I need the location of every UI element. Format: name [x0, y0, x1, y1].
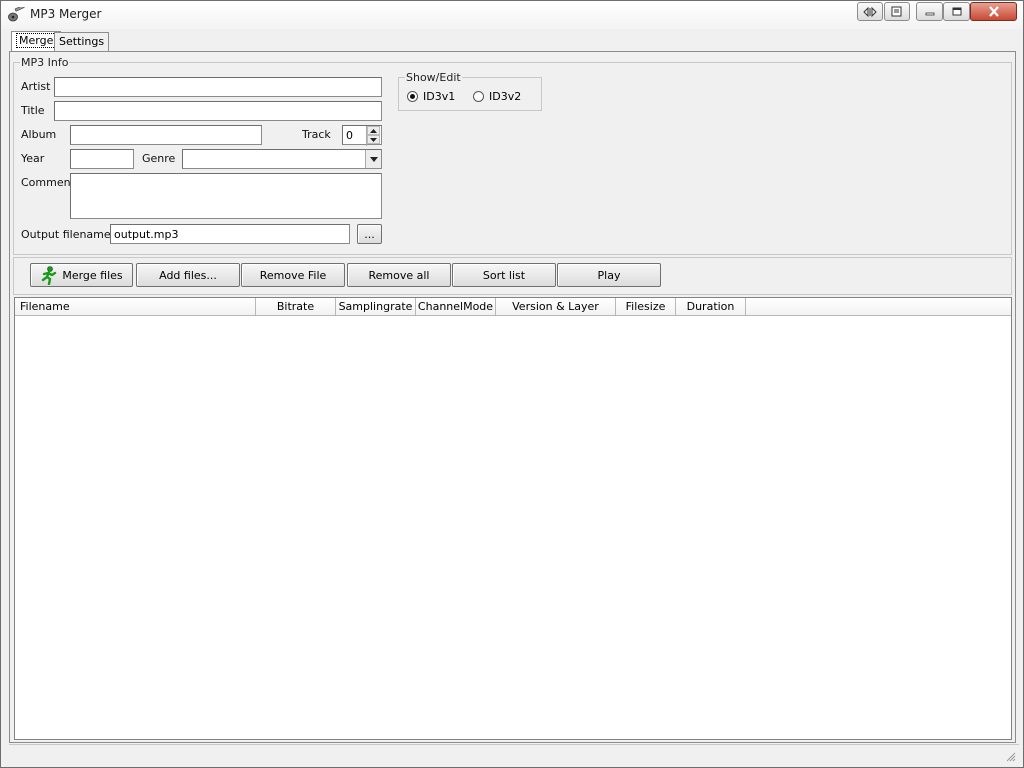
show-edit-legend: Show/Edit [405, 71, 462, 84]
title-bar[interactable]: MP3 Merger [1, 1, 1023, 29]
merge-tab-page: MP3 Info Artist Title Album Track Year G… [9, 51, 1016, 743]
track-spin-buttons[interactable] [366, 126, 380, 146]
column-header-filler [746, 298, 1011, 316]
tab-settings[interactable]: Settings [54, 32, 110, 51]
column-header-bitrate[interactable]: Bitrate [256, 298, 336, 316]
column-header-filesize[interactable]: Filesize [616, 298, 676, 316]
output-filename-label: Output filename [21, 228, 111, 241]
tab-merge-label: Merge [16, 33, 57, 48]
id3v2-radio[interactable]: ID3v2 [473, 90, 521, 103]
remove-all-button[interactable]: Remove all [347, 263, 451, 287]
genre-label: Genre [142, 152, 176, 165]
remove-file-button[interactable]: Remove File [241, 263, 345, 287]
play-button[interactable]: Play [557, 263, 661, 287]
maximize-icon [952, 7, 961, 15]
id3v1-radio[interactable]: ID3v1 [407, 90, 455, 103]
radio-unselected-icon [473, 91, 484, 102]
guitar-icon [8, 7, 25, 22]
artist-input[interactable] [54, 77, 382, 97]
merge-files-label: Merge files [62, 268, 123, 282]
resize-grip-icon[interactable] [1004, 750, 1016, 762]
aero-peek-button[interactable] [857, 2, 883, 21]
track-label: Track [302, 128, 331, 141]
year-label: Year [21, 152, 45, 165]
close-icon [988, 6, 999, 17]
minimize-button[interactable] [916, 2, 943, 21]
sheet-button[interactable] [884, 2, 910, 21]
running-man-icon [42, 265, 57, 285]
genre-select[interactable] [182, 149, 382, 169]
sort-list-button[interactable]: Sort list [452, 263, 556, 287]
comment-label: Comment [21, 176, 75, 189]
comment-textarea[interactable] [70, 173, 382, 219]
sheet-icon [891, 6, 902, 17]
minimize-icon [925, 12, 934, 15]
column-header-filename[interactable]: Filename [15, 298, 256, 316]
album-input[interactable] [70, 125, 262, 145]
chevron-down-icon[interactable] [365, 150, 381, 168]
add-files-button[interactable]: Add files... [136, 263, 240, 287]
id3v1-label: ID3v1 [423, 90, 456, 103]
spin-up-icon[interactable] [367, 126, 380, 135]
column-header-samplingrate[interactable]: Samplingrate [336, 298, 416, 316]
maximize-button[interactable] [943, 2, 970, 21]
id3v2-label: ID3v2 [489, 90, 522, 103]
title-label: Title [21, 104, 45, 117]
artist-label: Artist [21, 80, 51, 93]
close-button[interactable] [970, 2, 1017, 21]
album-label: Album [21, 128, 57, 141]
column-header-duration[interactable]: Duration [676, 298, 746, 316]
window-title: MP3 Merger [30, 7, 102, 21]
output-filename-input[interactable] [110, 224, 350, 244]
spin-down-icon[interactable] [367, 135, 380, 144]
year-input[interactable] [70, 149, 134, 169]
mp3-info-legend: MP3 Info [20, 56, 70, 69]
merge-files-button[interactable]: Merge files [30, 263, 133, 287]
browse-button[interactable]: ... [357, 224, 382, 244]
column-header-channelmode[interactable]: ChannelMode [416, 298, 496, 316]
app-window: MP3 Merger Merge Settings MP3 Info Artis… [0, 0, 1024, 768]
column-header-version-layer[interactable]: Version & Layer [496, 298, 616, 316]
file-list[interactable]: Filename Bitrate Samplingrate ChannelMod… [14, 297, 1012, 740]
tab-settings-label: Settings [59, 35, 105, 48]
title-input[interactable] [54, 101, 382, 121]
status-bar [9, 744, 1019, 765]
radio-selected-icon [407, 91, 418, 102]
aero-peek-icon [863, 6, 877, 17]
